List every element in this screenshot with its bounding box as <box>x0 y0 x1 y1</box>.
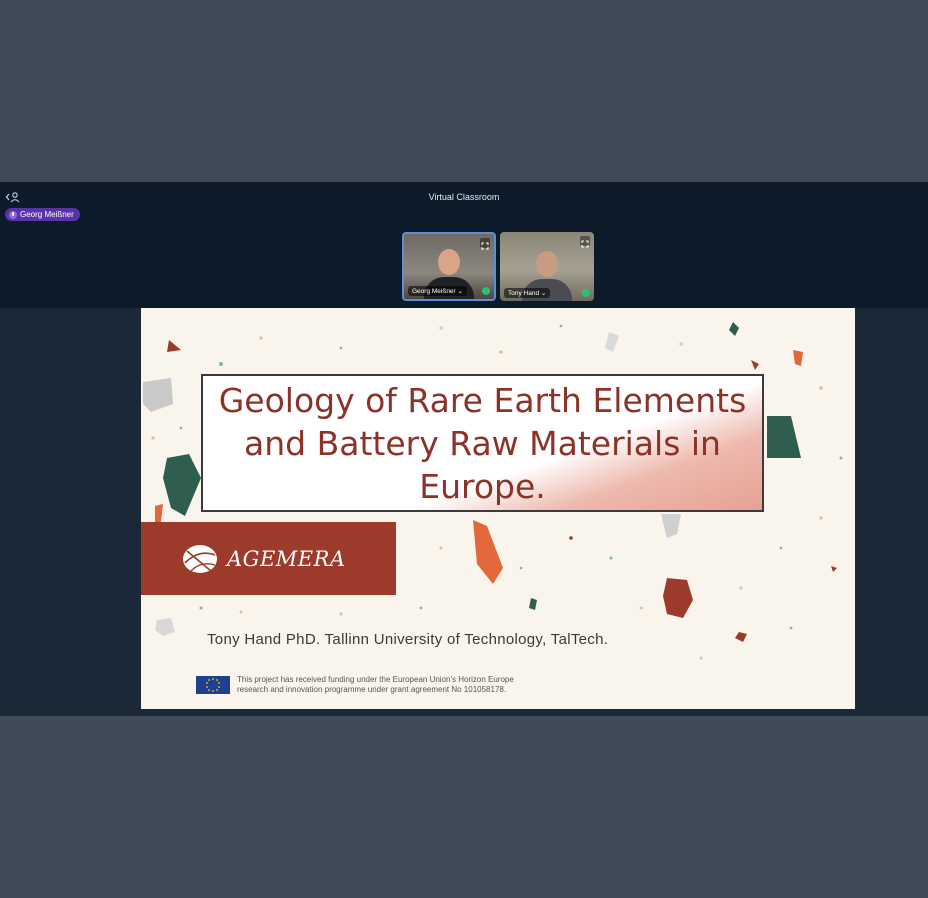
presenter-credit: Tony Hand PhD. Tallinn University of Tec… <box>207 631 609 648</box>
brand-band: AGEMERA <box>141 522 396 595</box>
microphone-icon <box>482 287 490 295</box>
funding-notice: This project has received funding under … <box>237 675 597 695</box>
funding-line-1: This project has received funding under … <box>237 675 514 684</box>
agemera-logo <box>183 544 217 573</box>
presentation-slide: Geology of Rare Earth Elements and Batte… <box>141 308 855 709</box>
presentation-stage: Geology of Rare Earth Elements and Batte… <box>0 308 928 716</box>
expand-icon[interactable] <box>480 238 490 250</box>
participant-name-menu[interactable]: Georg Meißner ⌄ <box>408 286 467 296</box>
virtual-classroom-window: Virtual Classroom Georg Meißner Georg Me… <box>0 182 928 716</box>
microphone-icon <box>9 210 17 219</box>
microphone-icon <box>582 289 590 297</box>
participant-tile-georg[interactable]: Georg Meißner ⌄ <box>402 232 496 301</box>
window-title: Virtual Classroom <box>428 192 500 202</box>
active-speaker-badge: Georg Meißner <box>5 208 80 221</box>
participant-name-menu[interactable]: Tony Hand ⌄ <box>504 288 551 298</box>
active-speaker-name: Georg Meißner <box>20 210 74 219</box>
participant-tiles: Georg Meißner ⌄ Tony Hand ⌄ <box>402 232 594 301</box>
brand-name: AGEMERA <box>227 546 346 571</box>
top-bar: Virtual Classroom Georg Meißner Georg Me… <box>0 182 928 308</box>
eu-flag-icon <box>196 676 230 694</box>
participant-tile-tony[interactable]: Tony Hand ⌄ <box>500 232 594 301</box>
funding-line-2: research and innovation programme under … <box>237 685 507 694</box>
slide-title-box: Geology of Rare Earth Elements and Batte… <box>201 374 764 512</box>
slide-title: Geology of Rare Earth Elements and Batte… <box>218 380 747 506</box>
expand-icon[interactable] <box>580 236 590 248</box>
